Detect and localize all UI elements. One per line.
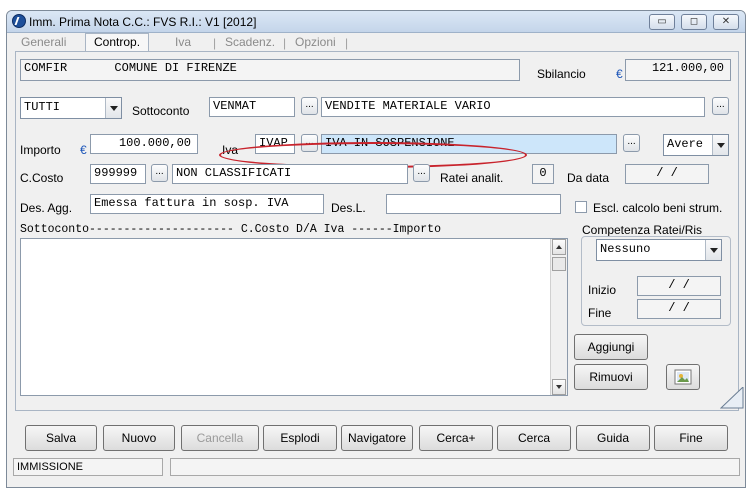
cerca-button[interactable]: Cerca	[497, 425, 571, 451]
window-title: Imm. Prima Nota C.C.: FVS R.I.: V1 [2012…	[29, 15, 257, 29]
desl-label: Des.L.	[331, 201, 366, 215]
sottoconto-description-input[interactable]: VENDITE MATERIALE VARIO	[321, 97, 705, 117]
guida-button[interactable]: Guida	[576, 425, 650, 451]
tab-opzioni[interactable]: Opzioni	[295, 34, 336, 50]
ccosto-desc-lookup-button[interactable]: ...	[413, 164, 430, 182]
list-header: Sottoconto--------------------- C.Costo …	[20, 223, 441, 236]
image-icon	[674, 369, 692, 385]
euro-icon: €	[80, 143, 87, 157]
sottoconto-code-input[interactable]: VENMAT	[209, 97, 295, 117]
sbilancio-label: Sbilancio	[537, 67, 586, 81]
sottoconto-desc-lookup-button[interactable]: ...	[712, 97, 729, 115]
account-type-value: TUTTI	[24, 100, 61, 114]
account-header-field: COMFIR COMUNE DI FIRENZE	[20, 59, 520, 81]
scroll-down-icon[interactable]	[552, 379, 566, 395]
ratei-value: 0	[532, 164, 554, 184]
entries-list[interactable]	[20, 238, 568, 396]
esplodi-button[interactable]: Esplodi	[263, 425, 337, 451]
sottoconto-lookup-button[interactable]: ...	[301, 97, 318, 115]
ratei-label: Ratei analit.	[440, 171, 504, 185]
ccosto-label: C.Costo	[20, 171, 64, 185]
scroll-up-icon[interactable]	[552, 239, 566, 255]
main-window: Imm. Prima Nota C.C.: FVS R.I.: V1 [2012…	[6, 10, 746, 488]
tab-scadenz[interactable]: Scadenz.	[225, 34, 275, 50]
importo-input[interactable]: 100.000,00	[90, 134, 198, 154]
da-data-label: Da data	[567, 171, 610, 185]
ccosto-description-input[interactable]: NON CLASSIFICATI	[172, 164, 408, 184]
minimize-button[interactable]: ▭	[649, 14, 675, 30]
title-bar: Imm. Prima Nota C.C.: FVS R.I.: V1 [2012…	[7, 11, 745, 33]
ccosto-lookup-button[interactable]: ...	[151, 164, 168, 182]
tab-separator: |	[345, 36, 349, 50]
scroll-thumb[interactable]	[552, 257, 566, 271]
list-scrollbar[interactable]	[550, 239, 567, 395]
cerca-plus-button[interactable]: Cerca+	[419, 425, 493, 451]
account-name: COMUNE DI FIRENZE	[114, 61, 237, 75]
des-agg-label: Des. Agg.	[20, 201, 73, 215]
des-agg-input[interactable]: Emessa fattura in sosp. IVA	[90, 194, 324, 214]
tab-controp[interactable]: Controp.	[85, 33, 150, 51]
euro-icon: €	[616, 67, 623, 81]
sbilancio-value: 121.000,00	[625, 59, 731, 81]
cancella-button[interactable]: Cancella	[181, 425, 259, 451]
chevron-down-icon	[105, 98, 121, 118]
account-code: COMFIR	[24, 61, 68, 75]
desl-input[interactable]	[386, 194, 561, 214]
aggiungi-button[interactable]: Aggiungi	[574, 334, 648, 360]
escl-label: Escl. calcolo beni strum.	[593, 201, 723, 215]
competenza-value: Nessuno	[600, 242, 651, 256]
iva-desc-lookup-button[interactable]: ...	[623, 134, 640, 152]
dare-avere-select[interactable]: Avere	[663, 134, 729, 156]
chevron-down-icon	[705, 240, 721, 260]
maximize-button[interactable]: ◻	[681, 14, 707, 30]
fine-label: Fine	[588, 306, 612, 320]
sottoconto-label: Sottoconto	[132, 104, 190, 118]
ccosto-code-input[interactable]: 999999	[90, 164, 146, 184]
tab-separator: |	[283, 36, 287, 50]
resize-grip-icon[interactable]	[720, 387, 744, 409]
account-type-select[interactable]: TUTTI	[20, 97, 122, 119]
inizio-input[interactable]: / /	[637, 276, 721, 296]
status-mode: IMMISSIONE	[13, 458, 163, 476]
da-data-input[interactable]: / /	[625, 164, 709, 184]
inizio-label: Inizio	[588, 283, 617, 297]
fine-button[interactable]: Fine	[654, 425, 728, 451]
salva-button[interactable]: Salva	[25, 425, 97, 451]
tab-iva[interactable]: Iva	[175, 34, 191, 50]
tab-generali[interactable]: Generali	[21, 34, 66, 50]
dare-avere-value: Avere	[667, 137, 704, 151]
nuovo-button[interactable]: Nuovo	[103, 425, 175, 451]
rimuovi-button[interactable]: Rimuovi	[574, 364, 648, 390]
status-message	[170, 458, 740, 476]
image-button[interactable]	[666, 364, 700, 390]
competenza-select[interactable]: Nessuno	[596, 239, 722, 261]
escl-checkbox[interactable]	[575, 201, 587, 213]
fine-input[interactable]: / /	[637, 299, 721, 319]
chevron-down-icon	[712, 135, 728, 155]
close-button[interactable]: ✕	[713, 14, 739, 30]
navigatore-button[interactable]: Navigatore	[341, 425, 413, 451]
tab-separator: |	[213, 36, 217, 50]
app-icon	[12, 14, 26, 28]
importo-label: Importo	[20, 143, 61, 157]
competenza-title: Competenza Ratei/Ris	[582, 223, 703, 237]
